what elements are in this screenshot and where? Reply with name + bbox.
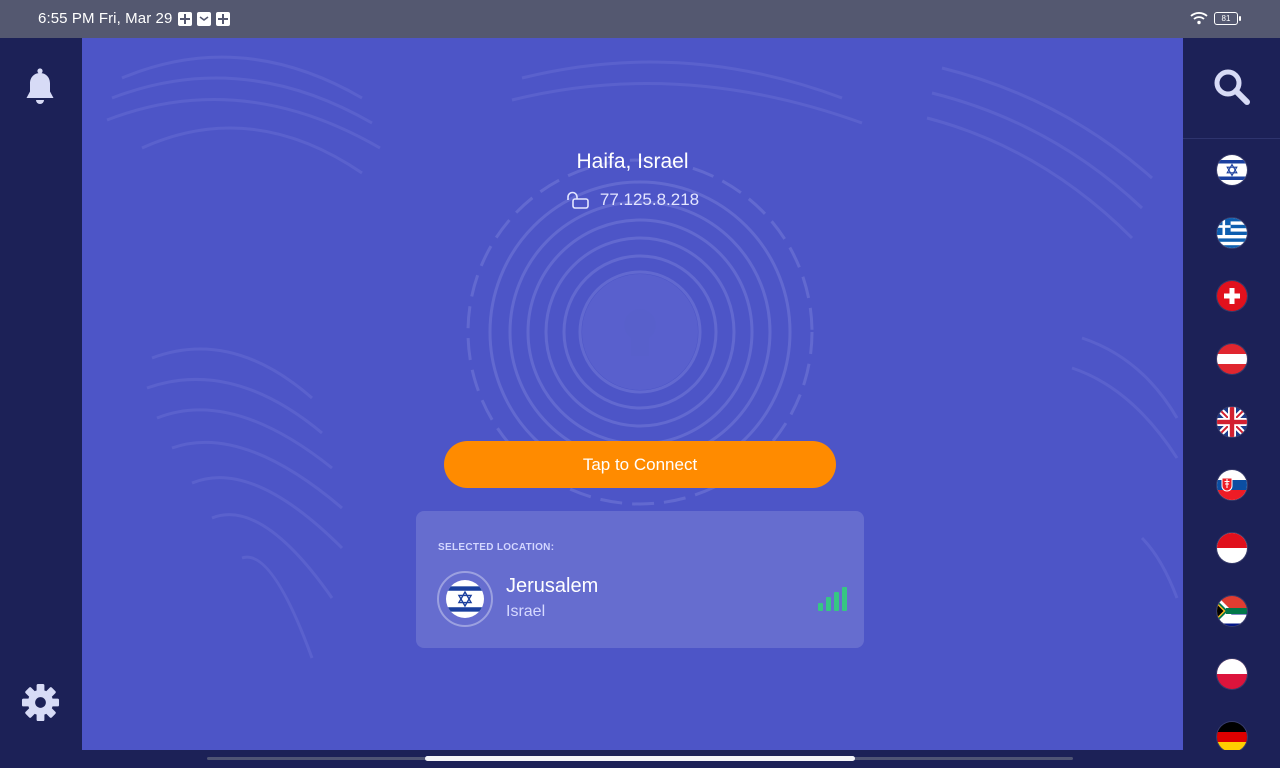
battery-icon: 81 <box>1214 11 1241 25</box>
selected-city: Jerusalem <box>506 575 599 597</box>
gear-icon[interactable] <box>21 683 60 722</box>
flag-poland-icon[interactable] <box>1217 659 1247 689</box>
notification-icons <box>178 12 230 26</box>
selected-flag-ring <box>437 571 493 627</box>
flag-uk-icon[interactable] <box>1217 407 1247 437</box>
unlocked-icon <box>567 191 589 209</box>
flag-germany-icon[interactable] <box>1217 722 1247 750</box>
flag-greece-icon[interactable] <box>1217 218 1247 248</box>
status-bar: 6:55 PM Fri, Mar 29 81 <box>0 0 1280 38</box>
app-notification-icon <box>216 12 230 26</box>
selected-location-label: SELECTED LOCATION: <box>438 542 555 553</box>
flag-switzerland-icon[interactable] <box>1217 281 1247 311</box>
main-panel: Haifa, Israel 77.125.8.218 Tap to Connec… <box>82 38 1183 750</box>
ip-address: 77.125.8.218 <box>599 190 700 209</box>
connect-button[interactable]: Tap to Connect <box>444 441 836 488</box>
mail-notification-icon <box>197 12 211 26</box>
gesture-nav-bar <box>0 750 1280 768</box>
left-sidebar <box>0 38 82 750</box>
signal-strength-icon <box>818 587 847 611</box>
flag-south-africa-icon[interactable] <box>1217 596 1247 626</box>
search-area <box>1183 38 1280 139</box>
right-sidebar <box>1183 38 1280 750</box>
home-gesture-handle[interactable] <box>425 756 855 761</box>
search-icon[interactable] <box>1213 68 1251 106</box>
bell-icon[interactable] <box>23 67 57 107</box>
flag-indonesia-icon[interactable] <box>1217 533 1247 563</box>
current-location: Haifa, Israel <box>576 150 689 173</box>
ip-row: 77.125.8.218 <box>82 190 1183 210</box>
system-icons: 81 <box>1190 11 1241 25</box>
flag-israel-icon[interactable] <box>1217 155 1247 185</box>
app-notification-icon <box>178 12 192 26</box>
wifi-icon <box>1190 12 1208 25</box>
flag-slovakia-icon[interactable] <box>1217 470 1247 500</box>
battery-level: 81 <box>1221 13 1231 23</box>
israel-flag-icon <box>446 580 484 618</box>
selected-country: Israel <box>506 603 546 620</box>
flag-austria-icon[interactable] <box>1217 344 1247 374</box>
selected-location-card[interactable]: SELECTED LOCATION: Jerusalem Israel <box>416 511 864 648</box>
status-time: 6:55 PM Fri, Mar 29 <box>38 10 173 27</box>
